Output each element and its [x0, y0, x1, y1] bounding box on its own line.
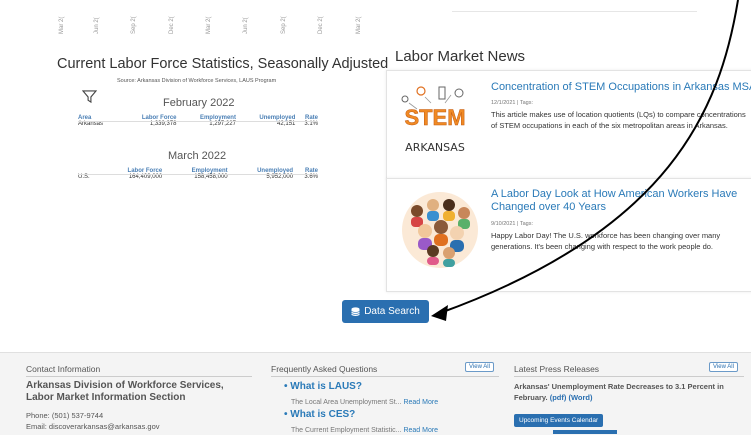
- faq-question-text: What is LAUS?: [290, 381, 362, 392]
- faq-desc: The Current Employment Statistic... Read…: [291, 427, 439, 434]
- axis-tick: Mar 2(: [206, 16, 212, 34]
- table-divider: [78, 121, 318, 122]
- stats-title: Current Labor Force Statistics, Seasonal…: [57, 56, 389, 72]
- axis-tick: Jun 2(: [243, 17, 249, 34]
- divider: [271, 376, 499, 377]
- data-search-label: Data Search: [364, 306, 420, 317]
- org-line: Arkansas Division of Workforce Services,: [26, 380, 224, 391]
- faq-question[interactable]: • What is CES?: [284, 409, 355, 420]
- data-search-button[interactable]: Data Search: [342, 300, 429, 323]
- database-icon: [351, 306, 360, 316]
- faq-heading: Frequently Asked Questions: [271, 364, 378, 374]
- events-calendar-button[interactable]: Upcoming Events Calendar: [514, 414, 604, 427]
- axis-tick: Mar 2(: [59, 16, 65, 34]
- axis-tick: Dec 2(: [318, 16, 324, 34]
- word-link[interactable]: (Word): [568, 393, 592, 402]
- org-line: Labor Market Information Section: [26, 392, 186, 403]
- axis-tick: Jun 2(: [94, 17, 100, 34]
- faq-question-text: What is CES?: [290, 409, 356, 420]
- press-view-all-button[interactable]: View All: [709, 362, 738, 372]
- axis-tick: Dec 2(: [169, 16, 175, 34]
- divider: [26, 376, 252, 377]
- us-period: March 2022: [168, 150, 227, 162]
- press-heading: Latest Press Releases: [514, 364, 600, 374]
- stats-source: Source: Arkansas Division of Workforce S…: [117, 78, 277, 84]
- contact-email[interactable]: Email: discoverarkansas@arkansas.gov: [26, 422, 160, 431]
- footer-button[interactable]: [553, 430, 617, 434]
- pdf-link[interactable]: (pdf): [550, 393, 567, 402]
- divider: [514, 376, 744, 377]
- contact-heading: Contact Information: [26, 364, 101, 374]
- org-name: Arkansas Division of Workforce Services,…: [26, 380, 224, 404]
- press-headline: Arkansas' Unemployment Rate Decreases to…: [514, 382, 724, 402]
- read-more-link[interactable]: Read More: [403, 427, 438, 434]
- faq-question[interactable]: • What is LAUS?: [284, 381, 362, 392]
- faq-desc: The Local Area Unemployment St... Read M…: [291, 399, 439, 406]
- faq-view-all-button[interactable]: View All: [465, 362, 494, 372]
- read-more-link[interactable]: Read More: [403, 399, 438, 406]
- annotation-arrow: [431, 0, 739, 321]
- state-period: February 2022: [163, 97, 235, 109]
- axis-tick: Sep 2(: [281, 16, 287, 34]
- axis-tick: Mar 2(: [356, 16, 362, 34]
- table-divider: [78, 174, 318, 175]
- contact-phone: Phone: (501) 537-9744: [26, 411, 104, 420]
- filter-icon[interactable]: [82, 89, 97, 104]
- axis-tick: Sep 2(: [131, 16, 137, 34]
